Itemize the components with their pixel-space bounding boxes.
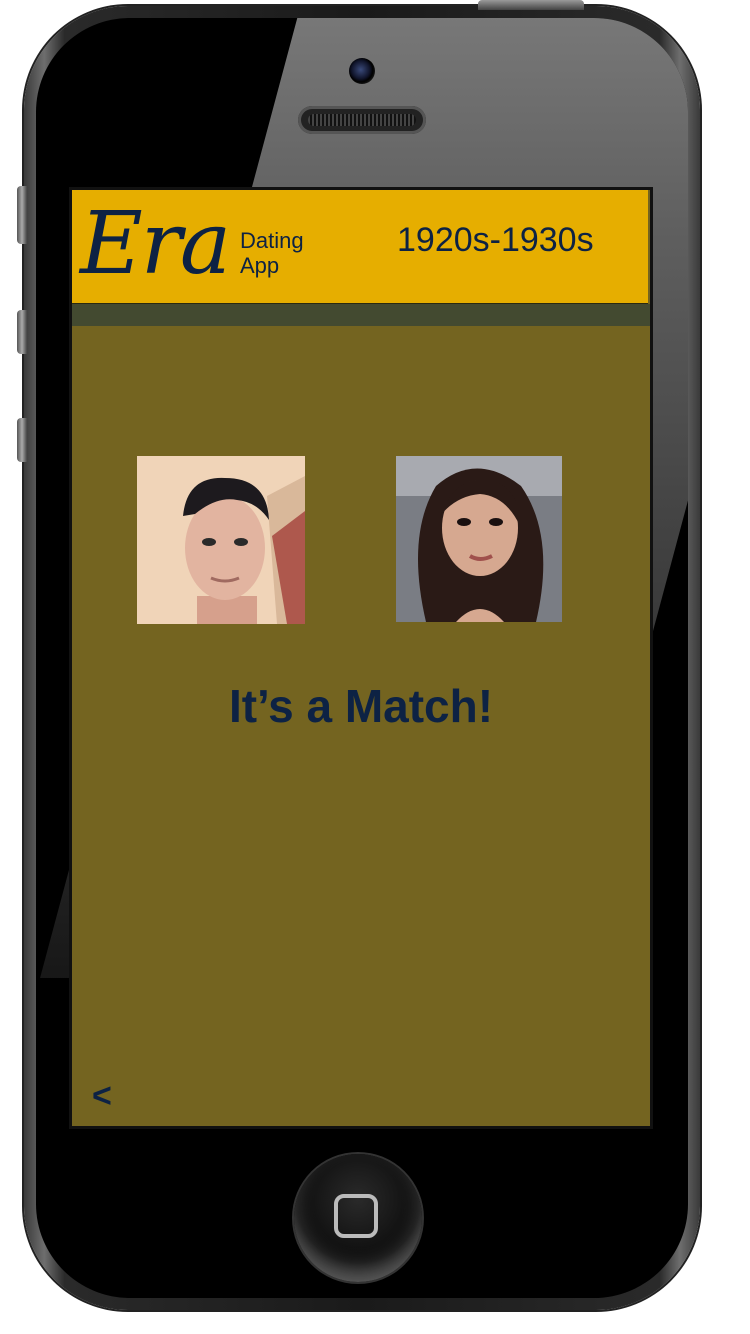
logo-subtitle-line2: App xyxy=(240,253,280,278)
user-portrait-icon xyxy=(137,456,305,624)
front-camera xyxy=(349,58,375,84)
back-button[interactable]: < xyxy=(92,1076,112,1116)
logo-subtitle-line1: Dating xyxy=(240,228,304,253)
header-divider-bar xyxy=(72,304,650,326)
home-square-icon xyxy=(334,1194,378,1238)
logo-subtitle: Dating App xyxy=(240,228,304,278)
match-photo xyxy=(396,456,562,622)
app-header: Era Dating App 1920s-1930s xyxy=(72,190,648,304)
era-logo: Era xyxy=(80,194,231,294)
home-button[interactable] xyxy=(294,1154,422,1282)
era-range-label: 1920s-1930s xyxy=(397,221,594,259)
match-portrait-icon xyxy=(396,456,562,622)
mute-switch xyxy=(17,186,27,244)
user-photo xyxy=(137,456,305,624)
volume-down-button xyxy=(17,418,27,462)
volume-up-button xyxy=(17,310,27,354)
match-title: It’s a Match! xyxy=(228,680,494,732)
power-button xyxy=(478,0,584,10)
earpiece-speaker xyxy=(298,106,426,134)
app-screen: Era Dating App 1920s-1930s It’s a Match!… xyxy=(72,190,650,1126)
